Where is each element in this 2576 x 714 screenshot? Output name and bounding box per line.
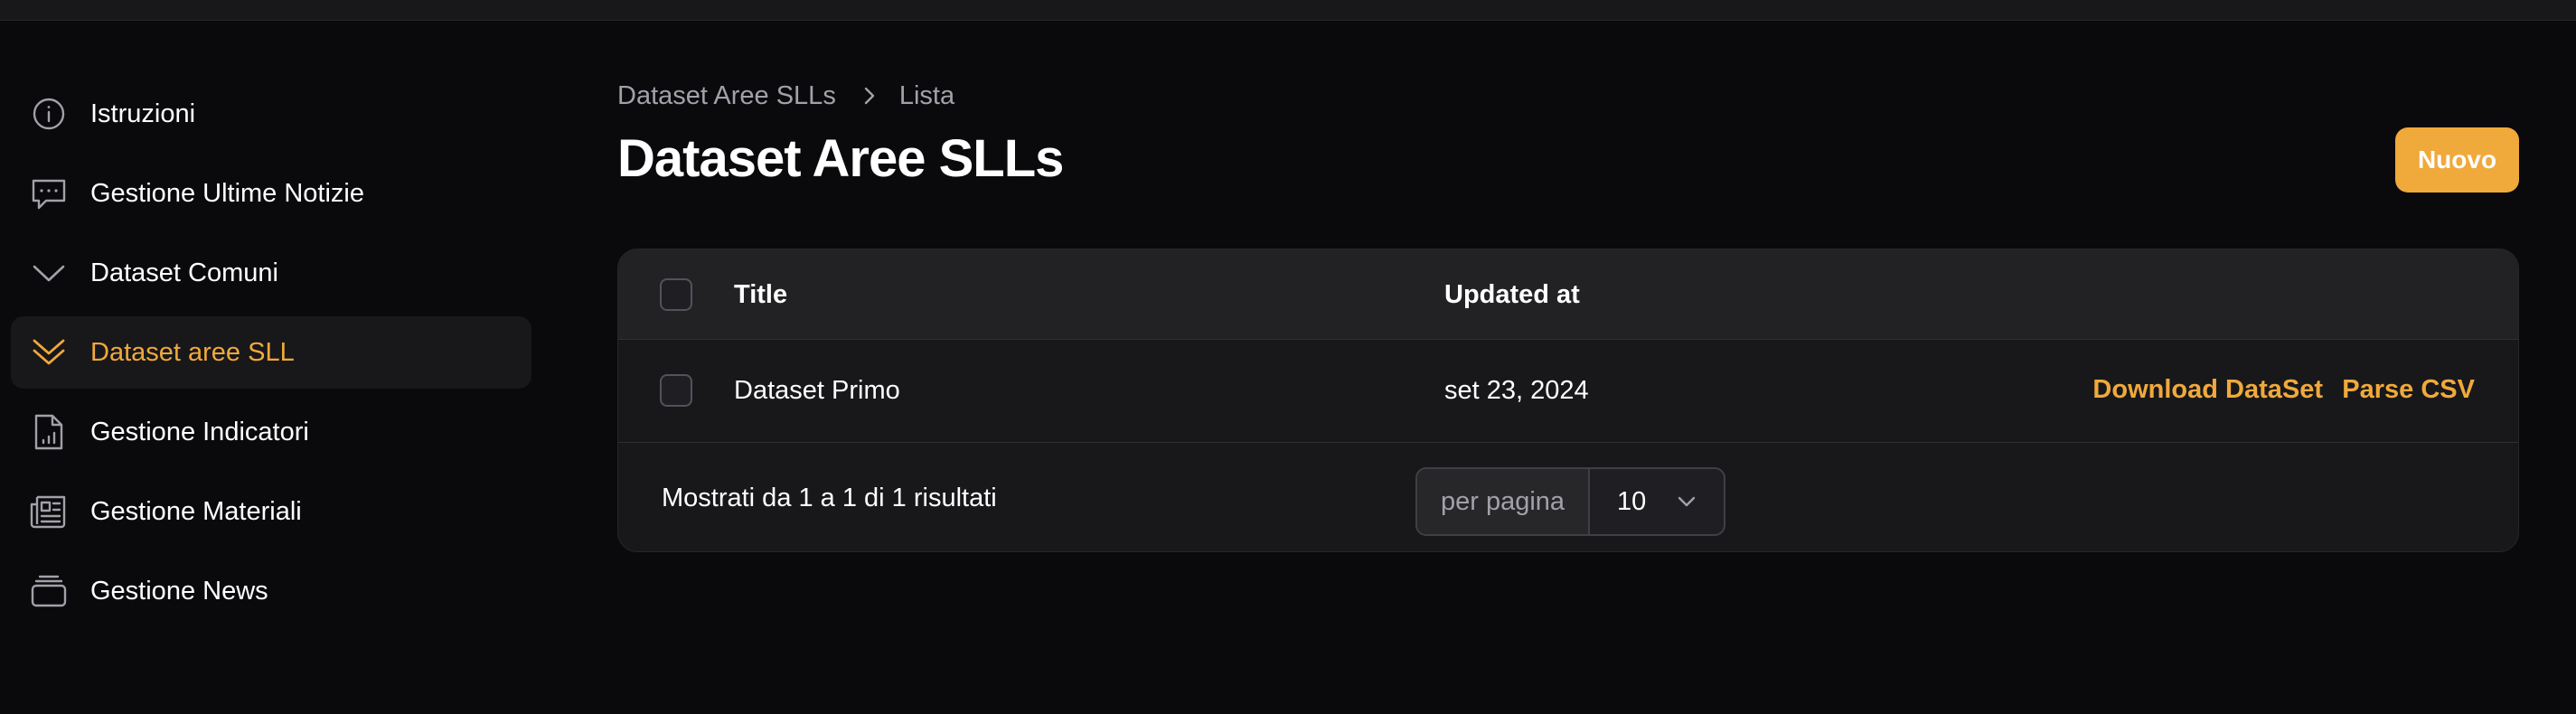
page-title: Dataset Aree SLLs xyxy=(617,129,1064,188)
breadcrumb-link-parent[interactable]: Dataset Aree SLLs xyxy=(617,81,836,111)
chevron-right-icon xyxy=(863,86,876,106)
sidebar-item-gestione-indicatori[interactable]: Gestione Indicatori xyxy=(11,396,531,468)
sidebar-item-label: Gestione Indicatori xyxy=(90,418,309,446)
breadcrumb: Dataset Aree SLLs Lista xyxy=(617,78,954,114)
cell-title: Dataset Primo xyxy=(734,376,900,405)
breadcrumb-current: Lista xyxy=(898,80,955,110)
info-circle-icon xyxy=(29,94,69,134)
sidebar-item-label: Gestione Materiali xyxy=(90,497,302,526)
sidebar-item-label: Dataset aree SLL xyxy=(90,338,295,367)
sidebar-item-label: Dataset Comuni xyxy=(90,258,278,287)
sidebar-item-label: Gestione News xyxy=(90,577,268,606)
sidebar-item-istruzioni[interactable]: Istruzioni xyxy=(11,78,531,150)
sidebar-item-label: Gestione Ultime Notizie xyxy=(90,179,364,208)
sidebar-item-dataset-aree-sll[interactable]: Dataset aree SLL xyxy=(11,316,531,389)
sidebar-item-gestione-materiali[interactable]: Gestione Materiali xyxy=(11,475,531,548)
column-header-title[interactable]: Title xyxy=(734,279,787,310)
sidebar-item-gestione-news[interactable]: Gestione News xyxy=(11,555,531,627)
sidebar-item-ultime-notizie[interactable]: Gestione Ultime Notizie xyxy=(11,157,531,230)
chevron-down-icon xyxy=(1677,469,1697,534)
stack-icon xyxy=(29,571,69,611)
top-bar xyxy=(0,0,2576,21)
chat-bubble-icon xyxy=(29,174,69,213)
sidebar-item-label: Istruzioni xyxy=(90,99,196,128)
table-row[interactable]: Dataset Primo set 23, 2024 Download Data… xyxy=(618,340,2518,443)
pagination-summary: Mostrati da 1 a 1 di 1 risultati xyxy=(662,484,997,512)
new-button[interactable]: Nuovo xyxy=(2395,127,2519,193)
sidebar-item-dataset-comuni[interactable]: Dataset Comuni xyxy=(11,237,531,309)
select-all-checkbox[interactable] xyxy=(660,278,692,311)
sidebar: Istruzioni Gestione Ultime Notizie Datas… xyxy=(0,21,542,714)
download-dataset-link[interactable]: Download DataSet xyxy=(2092,375,2323,405)
table-header: Title Updated at xyxy=(618,249,2518,340)
per-page-select[interactable]: per pagina 10 xyxy=(1415,467,1725,536)
table-footer: Mostrati da 1 a 1 di 1 risultati per pag… xyxy=(618,443,2518,551)
row-checkbox[interactable] xyxy=(660,374,692,407)
per-page-label: per pagina xyxy=(1417,469,1590,534)
cell-updated-at: set 23, 2024 xyxy=(1444,376,1589,405)
newspaper-icon xyxy=(29,492,69,531)
parse-csv-link[interactable]: Parse CSV xyxy=(2342,375,2475,405)
double-chevron-down-icon xyxy=(29,333,69,372)
document-chart-icon xyxy=(29,412,69,452)
data-table: Title Updated at Dataset Primo set 23, 2… xyxy=(617,249,2519,552)
per-page-value: 10 xyxy=(1617,486,1647,516)
column-header-updated-at[interactable]: Updated at xyxy=(1444,279,1580,310)
chevron-down-icon xyxy=(29,253,69,293)
